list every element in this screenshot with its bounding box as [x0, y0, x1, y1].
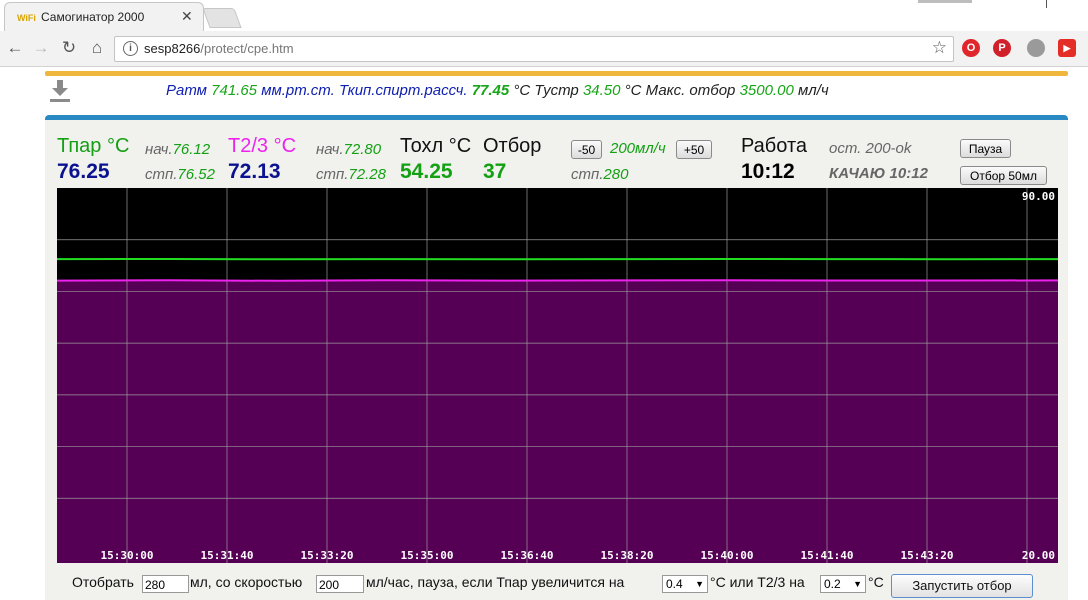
max-otbor-value: 3500.00 — [740, 82, 794, 99]
chart-svg: 15:30:00 15:31:40 15:33:20 15:35:00 15:36:40… — [57, 188, 1058, 563]
patm-unit: мм.рт.ст. — [261, 82, 335, 99]
celsius-text: °С — [868, 574, 884, 590]
work-label: Работа — [741, 135, 807, 158]
chart-x-tick-label: 15:35:00 — [401, 549, 454, 562]
pause-button[interactable]: Пауза — [960, 139, 1011, 158]
bookmark-star-icon[interactable]: ☆ — [932, 38, 947, 58]
chevron-down-icon: ▼ — [695, 576, 704, 592]
youtube-icon[interactable]: ▶ — [1058, 39, 1076, 57]
bottom-controls: Отобрать — [72, 574, 134, 590]
ost-status: ост. 200-ok — [829, 140, 911, 157]
otbor-50ml-button[interactable]: Отбор 50мл — [960, 166, 1047, 185]
patm-label: Ратм — [166, 82, 207, 99]
ml-speed-text-wrap: мл, со скоростью — [190, 574, 302, 590]
or-t23-text: °С или Т2/3 на — [710, 574, 805, 590]
speed-input[interactable]: 200 — [316, 575, 364, 593]
tkip-value: 77.45 — [472, 82, 510, 99]
c-text-wrap: °С — [868, 574, 884, 590]
otbor-value: 37 — [483, 160, 506, 184]
rate-plus-50-button[interactable]: +50 — [676, 140, 712, 159]
ml-speed-text: мл, со скоростью — [190, 574, 302, 590]
tab-strip: WiFi Самогинатор 2000 ✕ — [0, 0, 1088, 31]
chart-x-tick-label: 15:41:40 — [801, 549, 854, 562]
tpar-value: 76.25 — [57, 160, 110, 184]
chart-x-tick-label: 15:40:00 — [701, 549, 754, 562]
amount-input[interactable]: 280 — [142, 575, 189, 593]
browser-tab[interactable]: WiFi Самогинатор 2000 ✕ — [4, 2, 204, 32]
window-edge — [1046, 0, 1047, 8]
patm-value: 741.65 — [211, 82, 257, 99]
chart-x-tick-label: 15:38:20 — [601, 549, 654, 562]
tpar-delta-select[interactable]: 0.4▼ — [662, 575, 708, 593]
download-icon[interactable] — [50, 80, 70, 102]
pressure-status-line: Ратм 741.65 мм.рт.ст. Ткип.спирт.рассч. … — [166, 82, 829, 99]
pause-text-wrap: мл/час, пауза, если Тпар увеличится на — [366, 574, 624, 590]
temperature-chart: 15:30:00 15:31:40 15:33:20 15:35:00 15:36:40… — [57, 188, 1058, 563]
tab-close-icon[interactable]: ✕ — [181, 8, 193, 25]
opera-icon[interactable]: O — [962, 39, 980, 57]
window-minimize-button[interactable] — [918, 0, 972, 3]
t23-stp: стп.72.28 — [316, 166, 386, 183]
back-arrow-icon[interactable]: ← — [4, 37, 26, 59]
t23-delta-select[interactable]: 0.2▼ — [820, 575, 866, 593]
chart-y-max-label: 90.00 — [1022, 190, 1055, 203]
max-otbor-unit: мл/ч — [798, 82, 829, 99]
t23-value: 72.13 — [228, 160, 281, 184]
reload-icon[interactable]: ↻ — [58, 37, 80, 59]
forward-arrow-icon[interactable]: → — [30, 37, 52, 59]
max-otbor-label: Макс. отбор — [646, 82, 736, 99]
tkip-label: Ткип.спирт.рассч. — [339, 82, 468, 99]
pinterest-icon[interactable]: P — [993, 39, 1011, 57]
chart-x-tick-label: 15:31:40 — [201, 549, 254, 562]
tpar-stp: стп.76.52 — [145, 166, 215, 183]
home-icon[interactable]: ⌂ — [86, 37, 108, 59]
chart-series-line-1 — [57, 280, 1058, 281]
tohl-value: 54.25 — [400, 160, 453, 184]
tustr-value: 34.50 — [583, 82, 621, 99]
chart-y-min-label: 20.00 — [1022, 549, 1055, 562]
tustr-label: Тустр — [534, 82, 578, 99]
pause-condition-text: мл/час, пауза, если Тпар увеличится на — [366, 574, 624, 590]
chart-area-fill — [57, 280, 1058, 563]
or-text-wrap: °С или Т2/3 на — [710, 574, 805, 590]
chart-x-tick-label: 15:33:20 — [301, 549, 354, 562]
chart-x-tick-label: 15:43:20 — [901, 549, 954, 562]
pump-status: КАЧАЮ 10:12 — [829, 165, 928, 182]
chevron-down-icon: ▼ — [853, 576, 862, 592]
otobrat-text: Отобрать — [72, 574, 134, 590]
tpar-label: Тпар °С — [57, 135, 129, 158]
start-otbor-button[interactable]: Запустить отбор — [891, 574, 1033, 598]
tustr-unit: °С — [625, 82, 642, 99]
otbor-rate: 200мл/ч — [610, 140, 666, 157]
otbor-stp: стп.280 — [571, 166, 628, 183]
otbor-label: Отбор — [483, 135, 541, 158]
tab-title: Самогинатор 2000 — [41, 10, 144, 24]
work-time: 10:12 — [741, 160, 795, 184]
tkip-unit: °С — [513, 82, 530, 99]
tohl-label: Тохл °С — [400, 135, 471, 158]
new-tab-button[interactable] — [202, 8, 241, 28]
t23-nach: нач.72.80 — [316, 141, 381, 158]
address-bar[interactable]: i sesp8266/protect/cpe.htm ☆ — [114, 36, 954, 62]
tpar-nach: нач.76.12 — [145, 141, 210, 158]
url-text: sesp8266/protect/cpe.htm — [144, 41, 294, 56]
browser-toolbar: ← → ↻ ⌂ i sesp8266/protect/cpe.htm ☆ O P… — [0, 31, 1088, 67]
t23-label: Т2/3 °С — [228, 135, 296, 158]
top-divider — [45, 71, 1068, 76]
chart-x-tick-label: 15:30:00 — [101, 549, 154, 562]
chart-x-tick-label: 15:36:40 — [501, 549, 554, 562]
rate-minus-50-button[interactable]: -50 — [571, 140, 602, 159]
info-icon[interactable]: i — [123, 41, 138, 56]
globe-icon[interactable] — [1027, 39, 1045, 57]
wifi-favicon-icon: WiFi — [17, 11, 35, 25]
